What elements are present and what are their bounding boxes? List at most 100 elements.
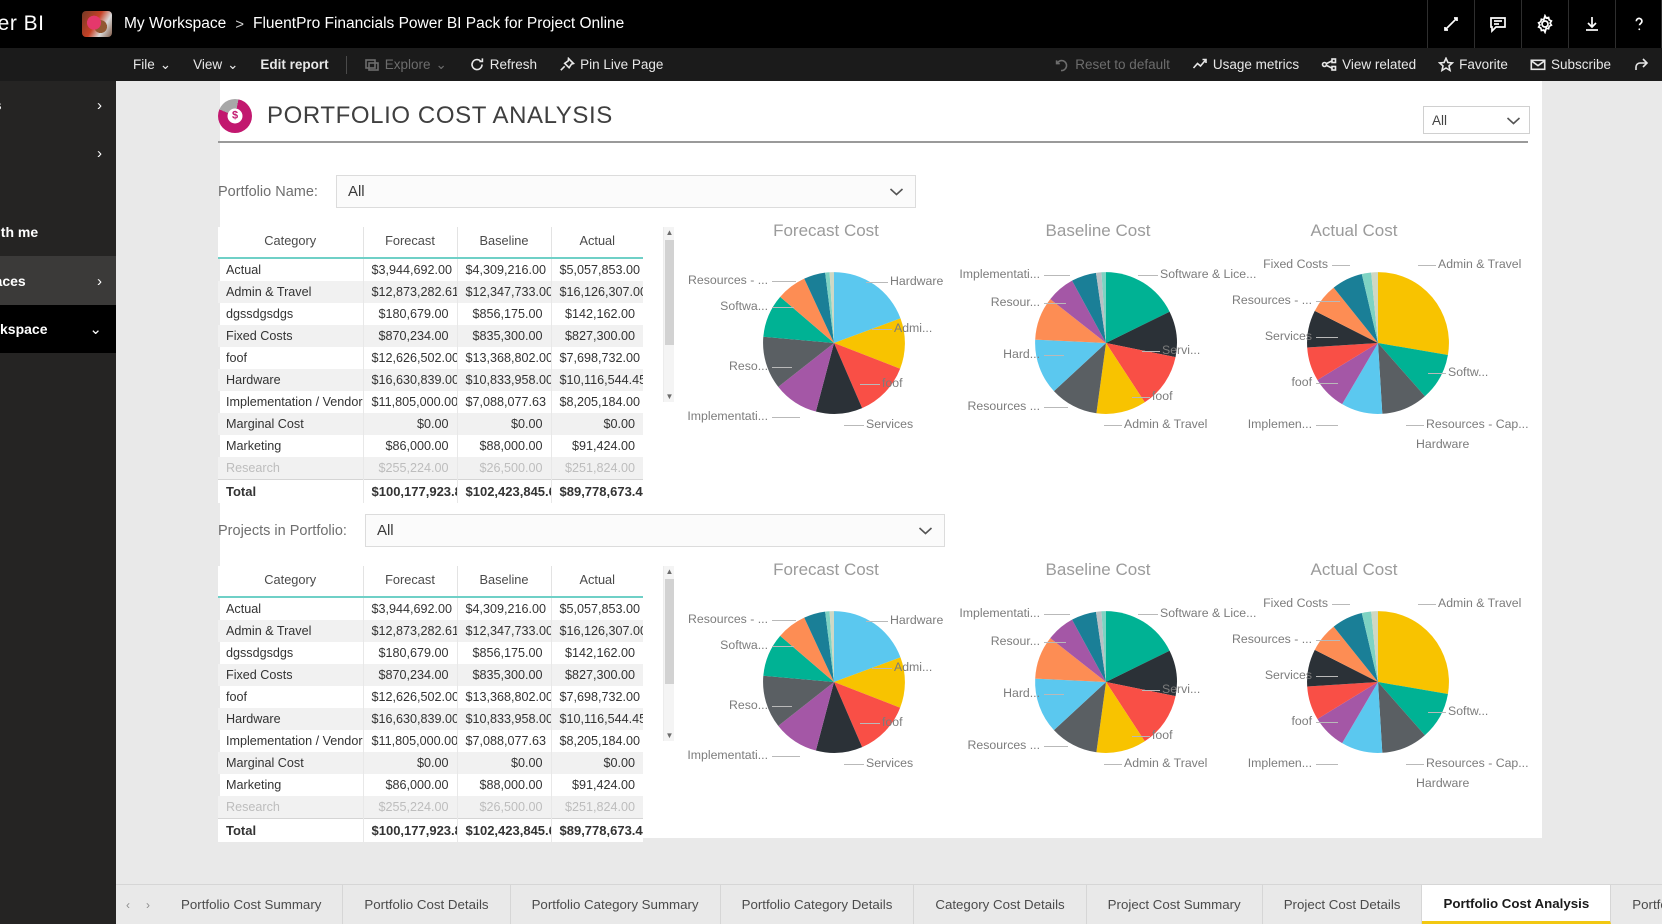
tab-portfolio-category-details[interactable]: Portfolio Category Details: [720, 885, 915, 924]
sidebar-item-my-workspace[interactable]: orkspace ⌄: [0, 305, 116, 353]
cell-forecast: $86,000.00: [363, 435, 458, 457]
pie-chart-forecast[interactable]: [758, 606, 910, 758]
pie-chart-actual[interactable]: [1302, 606, 1454, 758]
table-row[interactable]: dgssdgsdgs $180,679.00 $856,175.00 $142,162…: [218, 642, 643, 664]
edit-report-button[interactable]: Edit report: [249, 48, 339, 81]
table-row[interactable]: Marginal Cost $0.00 $0.00 $0.00: [218, 752, 643, 774]
cell-actual: $251,824.00: [564, 461, 635, 475]
table-row[interactable]: Fixed Costs $870,234.00 $835,300.00 $827,30…: [218, 664, 643, 686]
table-row[interactable]: Implementation / Vendor $11,805,000.00 $7,…: [218, 391, 643, 413]
column-header-baseline[interactable]: Baseline: [457, 566, 552, 598]
scrollbar-thumb[interactable]: [665, 579, 674, 684]
projects-in-portfolio-dropdown[interactable]: All: [364, 514, 945, 547]
table-scrollbar[interactable]: ▲ ▼: [663, 227, 674, 402]
table-row[interactable]: dgssdgsdgs $180,679.00 $856,175.00 $142,162…: [218, 303, 643, 325]
projects-cost-table: Category Forecast Baseline Actual Actual…: [218, 566, 643, 842]
table-row[interactable]: Research $255,224.00 $26,500.00 $251,824.00: [218, 457, 643, 480]
sidebar-item-shared-with-me[interactable]: with me: [0, 208, 116, 256]
pie-chart-forecast[interactable]: [758, 267, 910, 419]
pie-label-hardware: Hardware: [1416, 776, 1470, 790]
sidebar-item-recent[interactable]: ›: [0, 129, 116, 177]
tab-portfolio-cost-details[interactable]: Portfolio Cost Details: [343, 885, 511, 924]
pin-live-page-button[interactable]: Pin Live Page: [548, 48, 674, 81]
scroll-down-arrow-icon[interactable]: ▼: [664, 730, 675, 741]
portfolio-name-dropdown[interactable]: All: [335, 175, 916, 208]
share-icon: [1633, 57, 1649, 72]
tab-portfolio-category-summary[interactable]: Portfolio Category Summary: [510, 885, 721, 924]
gear-icon[interactable]: [1521, 0, 1568, 48]
tab-project-cost-details[interactable]: Project Cost Details: [1262, 885, 1423, 924]
pie-label-resources-capital: Resources ...: [967, 738, 1040, 752]
table-row[interactable]: Actual $3,944,692.00 $4,309,216.00 $5,057,8…: [218, 258, 643, 281]
table-row[interactable]: Actual $3,944,692.00 $4,309,216.00 $5,057,8…: [218, 597, 643, 620]
cell-forecast: $12,873,282.61: [363, 281, 458, 303]
scroll-up-arrow-icon[interactable]: ▲: [664, 227, 675, 238]
table-row[interactable]: Marketing $86,000.00 $88,000.00 $91,424.00: [218, 774, 643, 796]
column-header-baseline[interactable]: Baseline: [457, 227, 552, 259]
powerbi-brand[interactable]: wer BI: [0, 12, 78, 36]
column-header-category[interactable]: Category: [218, 566, 364, 598]
table-row[interactable]: Marginal Cost $0.00 $0.00 $0.00: [218, 413, 643, 435]
usage-metrics-button[interactable]: Usage metrics: [1181, 48, 1310, 81]
table-row[interactable]: Hardware $16,630,839.00 $10,833,958.00 $10,…: [218, 708, 643, 730]
sidebar-item-favorites[interactable]: es ›: [0, 81, 116, 129]
leader-line: [1418, 265, 1436, 266]
column-header-actual[interactable]: Actual: [551, 227, 643, 259]
cell-baseline: $12,347,733.00: [457, 620, 552, 642]
scroll-down-arrow-icon[interactable]: ▼: [664, 391, 675, 402]
view-related-button[interactable]: View related: [1310, 48, 1427, 81]
file-menu[interactable]: File ⌄: [122, 48, 182, 81]
download-icon[interactable]: [1568, 0, 1615, 48]
view-menu[interactable]: View ⌄: [182, 48, 249, 81]
column-header-actual[interactable]: Actual: [551, 566, 643, 598]
breadcrumb-workspace[interactable]: My Workspace: [124, 15, 226, 33]
help-icon[interactable]: [1615, 0, 1662, 48]
tab-portfolio-cost-summary[interactable]: Portfolio Cost Summary: [160, 885, 344, 924]
tab-category-cost-details[interactable]: Category Cost Details: [914, 885, 1087, 924]
sidebar-item-workspaces[interactable]: paces ›: [0, 257, 116, 305]
table-row[interactable]: Marketing $86,000.00 $88,000.00 $91,424.00: [218, 435, 643, 457]
table-row[interactable]: Admin & Travel $12,873,282.61 $12,347,733.…: [218, 620, 643, 642]
column-header-forecast[interactable]: Forecast: [363, 227, 458, 259]
table-row[interactable]: Hardware $16,630,839.00 $10,833,958.00 $10,…: [218, 369, 643, 391]
tab-project-cost-summary[interactable]: Project Cost Summary: [1086, 885, 1263, 924]
page-tab-bar: ‹ › Portfolio Cost Summary Portfolio Cos…: [116, 884, 1662, 924]
pie-label-resources-other: Resources - ...: [1232, 293, 1312, 307]
share-button[interactable]: [1622, 48, 1660, 81]
pie-label-hardware: Hardware: [1416, 437, 1470, 451]
cell-category: Implementation / Vendor: [218, 730, 364, 752]
subscribe-button[interactable]: Subscribe: [1519, 48, 1622, 81]
top-right-slicer[interactable]: All: [1423, 106, 1530, 134]
column-header-category[interactable]: Category: [218, 227, 364, 259]
tab-portfolio-cost-analysis[interactable]: Portfolio Cost Analysis: [1422, 885, 1612, 924]
scroll-up-arrow-icon[interactable]: ▲: [664, 566, 675, 577]
table-row[interactable]: Admin & Travel $12,873,282.61 $12,347,733.…: [218, 281, 643, 303]
favorite-button[interactable]: Favorite: [1427, 48, 1519, 81]
pie-chart-actual[interactable]: [1302, 267, 1454, 419]
refresh-button[interactable]: Refresh: [458, 48, 548, 81]
table-row[interactable]: foof $12,626,502.00 $13,368,802.00 $7,698,7…: [218, 347, 643, 369]
cell-forecast: $0.00: [363, 752, 458, 774]
table-row[interactable]: foof $12,626,502.00 $13,368,802.00 $7,698,7…: [218, 686, 643, 708]
tab-prev-arrow-icon[interactable]: ‹: [118, 898, 138, 912]
table-row[interactable]: Research $255,224.00 $26,500.00 $251,824.00: [218, 796, 643, 819]
table-row[interactable]: Fixed Costs $870,234.00 $835,300.00 $827,30…: [218, 325, 643, 347]
chart-actual-cost-2: Actual Cost Fixed Costs Resources - ... …: [1226, 560, 1528, 810]
comment-icon[interactable]: [1474, 0, 1521, 48]
scrollbar-thumb[interactable]: [665, 240, 674, 345]
tab-next-arrow-icon[interactable]: ›: [138, 898, 158, 912]
breadcrumb-report[interactable]: FluentPro Financials Power BI Pack for P…: [253, 15, 624, 33]
tab-portfolio-cost-analysis-timephased[interactable]: Portfolio Cost Analysis Timephased: [1611, 885, 1662, 924]
column-header-forecast[interactable]: Forecast: [363, 566, 458, 598]
leader-line: [772, 620, 796, 621]
nav-gap: [0, 177, 116, 208]
table-row[interactable]: Implementation / Vendor $11,805,000.00 $7,…: [218, 730, 643, 752]
pie-label-services: Services: [866, 756, 914, 770]
sidebar-item-label: orkspace: [0, 321, 48, 337]
table-scrollbar[interactable]: ▲ ▼: [663, 566, 674, 741]
expand-icon[interactable]: [1427, 0, 1474, 48]
leader-line: [844, 764, 864, 765]
report-command-bar: File ⌄ View ⌄ Edit report Explore ⌄ Refr…: [0, 48, 1662, 81]
leader-line: [1138, 275, 1158, 276]
leader-line: [772, 646, 794, 647]
